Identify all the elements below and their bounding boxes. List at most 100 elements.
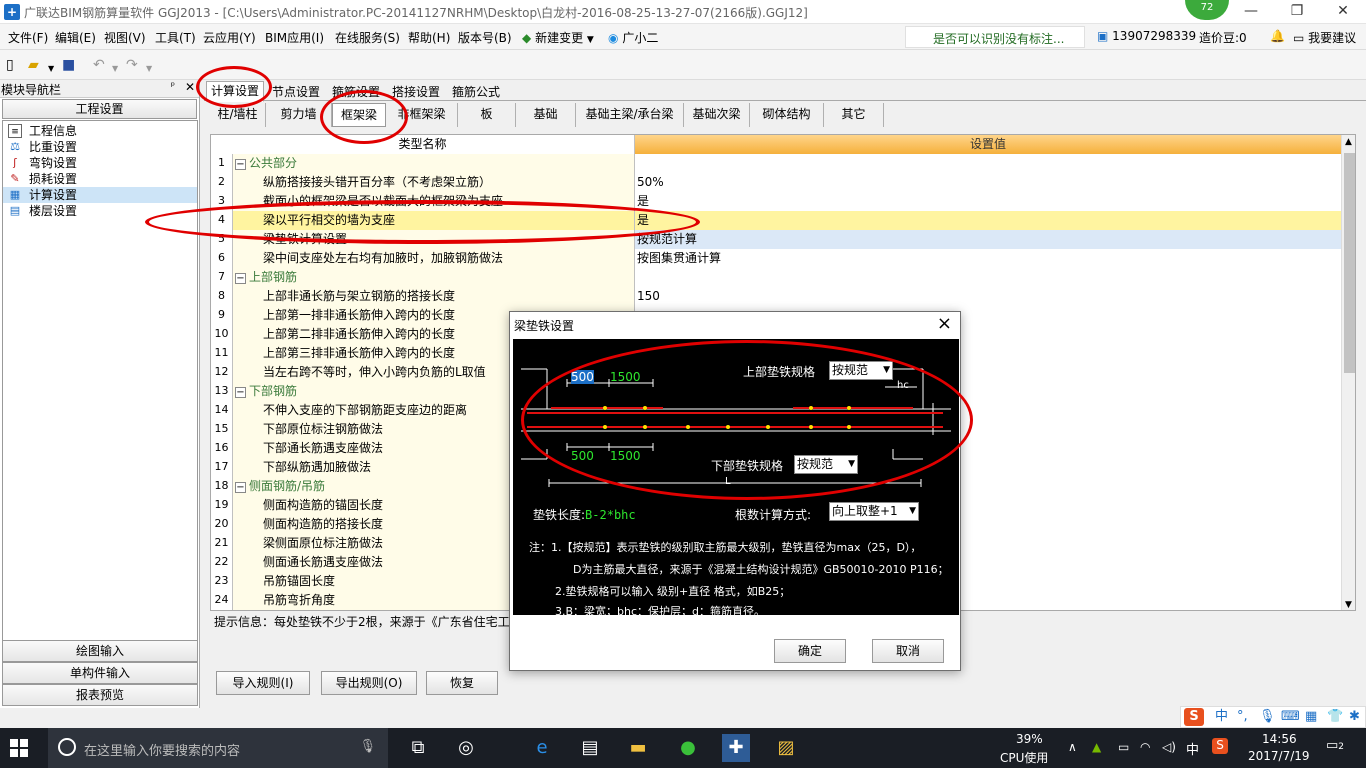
question-ticker[interactable]: 是否可以识别没有标注... (905, 26, 1085, 48)
redo-icon[interactable]: ↷ (126, 57, 138, 73)
clock-date[interactable]: 2017/7/19 (1248, 749, 1310, 763)
pin-icon[interactable]: ᵖ (171, 81, 175, 92)
subtab-slab[interactable]: 板 (458, 103, 516, 127)
nav-item-floor[interactable]: ▤ 楼层设置 (3, 203, 197, 219)
scroll-thumb[interactable] (1344, 153, 1355, 373)
new-file-icon[interactable]: ▯ (6, 57, 14, 73)
restore-button[interactable]: 恢复 (426, 671, 498, 695)
row-setting-value[interactable]: 50% (635, 173, 1341, 192)
ggj-app-icon[interactable]: ✚ (722, 734, 750, 762)
save-icon[interactable]: ■ (62, 57, 75, 73)
tab-calc-settings[interactable]: 计算设置 (206, 81, 265, 102)
open-folder-icon[interactable]: ▰ (28, 57, 39, 73)
menu-view[interactable]: 视图(V) (104, 29, 146, 46)
browser-360-icon[interactable]: ◎ (452, 734, 480, 762)
ime-toolbar[interactable]: S 中 °, 🎙 ⌨ ▦ 👕 ✱ (1180, 706, 1366, 728)
battery-icon[interactable]: ▭ (1118, 740, 1129, 754)
collapse-icon[interactable]: − (235, 273, 246, 284)
ime-indicator[interactable]: 中 (1186, 739, 1199, 758)
undo-icon[interactable]: ↶ (93, 57, 105, 73)
clock-time[interactable]: 14:56 (1262, 732, 1297, 746)
minimize-button[interactable]: — (1228, 0, 1274, 24)
nav-item-calc[interactable]: ▦ 计算设置 (3, 187, 197, 203)
explorer-icon[interactable]: ▬ (624, 734, 652, 762)
menu-version[interactable]: 版本号(B) (458, 29, 512, 46)
tab-node-settings[interactable]: 节点设置 (267, 82, 325, 101)
table-row[interactable]: 7− 上部钢筋 (211, 268, 1341, 287)
nvidia-icon[interactable]: ▲ (1092, 740, 1101, 754)
table-row[interactable]: 1− 公共部分 (211, 154, 1341, 173)
table-row[interactable]: 5 梁垫铁计算设置 按规范计算 (211, 230, 1341, 249)
undo-dropdown-icon[interactable]: ▼ (112, 61, 118, 77)
taskview-icon[interactable]: ⧉ (404, 734, 432, 762)
top-pad-select[interactable]: 按规范 ▼ (829, 361, 893, 380)
tab-lap-settings[interactable]: 搭接设置 (387, 82, 445, 101)
row-setting-value[interactable]: 按图集贯通计算 (635, 249, 1341, 268)
section-project-settings[interactable]: 工程设置 (2, 99, 197, 119)
close-button[interactable]: ✕ (1320, 0, 1366, 24)
notes-app-icon[interactable]: ▨ (772, 734, 800, 762)
user-phone[interactable]: ▣ 13907298339 (1097, 29, 1196, 43)
dialog-close-icon[interactable]: × (937, 314, 952, 334)
sogou-tray-icon[interactable]: S (1212, 738, 1228, 754)
beans-count[interactable]: 造价豆:0 (1199, 29, 1247, 46)
subtab-found-sec-beam[interactable]: 基础次梁 (684, 103, 750, 127)
menu-online[interactable]: 在线服务(S) (335, 29, 400, 46)
open-dropdown-icon[interactable]: ▼ (48, 61, 54, 77)
subtab-column[interactable]: 柱/墙柱 (210, 103, 266, 127)
collapse-icon[interactable]: − (235, 482, 246, 493)
tab-stirrup-formula[interactable]: 箍筋公式 (447, 82, 505, 101)
table-row[interactable]: 6 梁中间支座处左右均有加腋时，加腋钢筋做法 按图集贯通计算 (211, 249, 1341, 268)
menu-new-change[interactable]: ◆ 新建变更 ▼ (522, 29, 594, 46)
menu-help[interactable]: 帮助(H) (408, 29, 450, 46)
nav-item-density[interactable]: ⚖ 比重设置 (3, 139, 197, 155)
table-row[interactable]: 8 上部非通长筋与架立钢筋的搭接长度 150 (211, 287, 1341, 306)
subtab-nonframe-beam[interactable]: 非框架梁 (386, 103, 458, 127)
nav-item-hook[interactable]: ʃ 弯钩设置 (3, 155, 197, 171)
volume-icon[interactable]: ◁) (1162, 740, 1176, 754)
dialog-cancel-button[interactable]: 取消 (872, 639, 944, 663)
subtab-masonry[interactable]: 砌体结构 (750, 103, 824, 127)
scroll-up-icon[interactable]: ▲ (1345, 137, 1352, 147)
maximize-button[interactable]: ❐ (1274, 0, 1320, 24)
row-setting-value[interactable] (635, 268, 1341, 287)
import-rules-button[interactable]: 导入规则(I) (216, 671, 310, 695)
subtab-frame-beam[interactable]: 框架梁 (332, 103, 386, 127)
taskbar-search[interactable]: 在这里输入你要搜索的内容 🎙 (48, 728, 388, 768)
tray-expand-icon[interactable]: ∧ (1068, 740, 1077, 754)
suggest-link[interactable]: ▭ 我要建议 (1293, 29, 1356, 46)
bell-icon[interactable]: 🔔 (1270, 29, 1285, 43)
bottom-pad-select[interactable]: 按规范 ▼ (794, 455, 858, 474)
nav-item-project-info[interactable]: ≡ 工程信息 (3, 123, 197, 139)
collapse-icon[interactable]: − (235, 159, 246, 170)
row-setting-value[interactable]: 是 (635, 211, 1341, 230)
dialog-ok-button[interactable]: 确定 (774, 639, 846, 663)
row-setting-value[interactable]: 按规范计算 (635, 230, 1341, 249)
nav-tab-drawing[interactable]: 绘图输入 (2, 640, 198, 662)
table-row[interactable]: 2 纵筋搭接接头错开百分率（不考虑架立筋） 50% (211, 173, 1341, 192)
glodon-green-icon[interactable]: ● (674, 734, 702, 762)
redo-dropdown-icon[interactable]: ▼ (146, 61, 152, 77)
row-setting-value[interactable] (635, 154, 1341, 173)
nav-tab-report[interactable]: 报表预览 (2, 684, 198, 706)
menu-cloud[interactable]: 云应用(Y) (203, 29, 256, 46)
tab-stirrup-settings[interactable]: 箍筋设置 (327, 82, 385, 101)
count-method-select[interactable]: 向上取整+1 ▼ (829, 502, 919, 521)
notification-icon[interactable]: ▭2 (1326, 738, 1344, 753)
collapse-icon[interactable]: − (235, 387, 246, 398)
subtab-other[interactable]: 其它 (824, 103, 884, 127)
menu-tools[interactable]: 工具(T) (155, 29, 196, 46)
menu-bim[interactable]: BIM应用(I) (265, 29, 324, 46)
menu-file[interactable]: 文件(F) (8, 29, 48, 46)
scroll-down-icon[interactable]: ▼ (1345, 600, 1352, 610)
nav-item-loss[interactable]: ✎ 损耗设置 (3, 171, 197, 187)
subtab-foundation[interactable]: 基础 (516, 103, 576, 127)
row-setting-value[interactable]: 是 (635, 192, 1341, 211)
menu-edit[interactable]: 编辑(E) (55, 29, 96, 46)
nav-tab-single[interactable]: 单构件输入 (2, 662, 198, 684)
edge-icon[interactable]: e (528, 734, 556, 762)
wifi-icon[interactable]: ◠ (1140, 740, 1150, 754)
grid-scrollbar[interactable]: ▲ ▼ (1341, 135, 1355, 610)
table-row[interactable]: 4 梁以平行相交的墙为支座 是 (211, 211, 1341, 230)
subtab-shear-wall[interactable]: 剪力墙 (266, 103, 332, 127)
